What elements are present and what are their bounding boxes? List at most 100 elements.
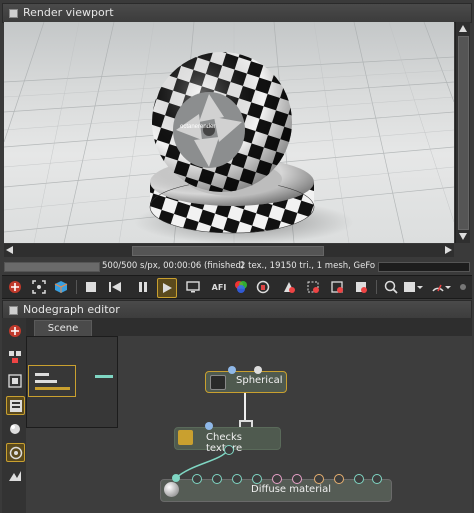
picker-icon [356,282,367,293]
viewport-vertical-scrollbar[interactable] [455,22,470,243]
monitor-icon [186,281,200,293]
recenter-graph-button[interactable] [6,322,23,339]
render-viewport[interactable]: octanerender [4,22,454,243]
render-viewport-titlebar: Render viewport [2,3,472,23]
checks-output-pin[interactable] [224,445,234,455]
render-status-bar: 500/500 s/px, 00:00:06 (finished) 2 tex.… [4,260,470,273]
focus-picker-button[interactable] [30,278,48,296]
octane-logo-text: octanerender [180,124,215,130]
lock-icon [256,280,270,294]
scroll-thumb[interactable] [132,246,324,256]
display-icon [404,282,423,292]
diffuse-input-pin[interactable] [232,474,242,484]
stop-icon [86,282,96,292]
diffuse-input-pin[interactable] [372,474,382,484]
film-button[interactable] [328,278,346,296]
fit-view-button[interactable] [6,372,23,389]
display-menu-button[interactable] [402,278,424,296]
panel-grip-icon[interactable] [9,306,18,315]
render-target-button[interactable] [52,278,70,296]
spherical-node-icon [210,375,226,390]
tonemap-icon [284,282,295,293]
scroll-down-icon[interactable] [459,233,467,240]
render-toolbar: AFI [2,275,472,299]
diffuse-input-pin[interactable] [172,474,180,482]
material-icon [9,423,20,434]
region-icon [307,281,319,293]
render-image: octanerender [4,22,454,243]
cube-icon [54,281,68,293]
diffuse-input-pin[interactable] [272,474,282,484]
tonemap-button[interactable] [280,278,298,296]
rewind-icon [109,282,121,292]
texture-node-icon [178,430,193,445]
render-viewport-title: Render viewport [23,6,114,19]
diffuse-input-pin[interactable] [192,474,202,484]
region-button[interactable] [304,278,322,296]
restart-button[interactable] [106,278,124,296]
gauge-menu-button[interactable] [430,278,452,296]
tab-scene[interactable]: Scene [34,320,92,337]
focus-icon [32,280,46,294]
diffuse-input-pin[interactable] [292,474,302,484]
scroll-right-icon[interactable] [445,246,452,254]
diffuse-input-pin[interactable] [212,474,222,484]
texture-button[interactable] [6,443,25,462]
diffuse-input-pin[interactable] [334,474,344,484]
recenter-icon [8,324,21,337]
play-icon [163,283,172,293]
viewport-horizontal-scrollbar[interactable] [4,244,454,257]
inspector-icon [9,399,22,412]
nodegraph-titlebar: Nodegraph editor [2,300,472,320]
color-wheel-icon [235,281,247,293]
gauge-icon [432,284,451,292]
arrange-nodes-button[interactable] [6,348,23,365]
camera-icon [384,280,398,294]
camera-button[interactable] [382,278,400,296]
environment-button[interactable] [6,467,23,484]
lock-button[interactable] [254,278,272,296]
material-button[interactable] [6,420,23,437]
color-button[interactable] [232,278,250,296]
material-ball-icon [164,482,179,497]
nodegraph-title: Nodegraph editor [23,303,120,316]
dot-icon [460,284,466,290]
render-progress-fill [5,263,99,271]
panel-grip-icon[interactable] [9,9,18,18]
start-render-button[interactable] [157,278,177,298]
scroll-left-icon[interactable] [6,246,13,254]
checks-texture-node-label: Checks texture [206,432,242,454]
status-dot [454,278,472,296]
texture-icon [9,446,22,459]
node-inspector-button[interactable] [6,396,25,415]
stop-button[interactable] [82,278,100,296]
diffuse-input-pin[interactable] [314,474,324,484]
spherical-input-pin[interactable] [228,366,236,374]
monitor-button[interactable] [184,278,202,296]
environment-icon [8,470,21,481]
recenter-icon [9,281,21,293]
nodegraph-tabbar: Scene [26,318,472,337]
scroll-thumb[interactable] [458,36,469,230]
checks-input-pin[interactable] [205,422,213,430]
render-progress-text: 500/500 s/px, 00:00:06 (finished) [102,261,245,271]
diffuse-material-node-label: Diffuse material [251,484,331,495]
nodegraph-canvas[interactable]: Spherical Checks texture Diffuse materia… [26,336,472,513]
pause-icon [139,282,147,292]
spherical-input-pin[interactable] [254,366,262,374]
gpu-memory-bar [378,262,470,272]
afi-button[interactable]: AFI [210,278,228,296]
spherical-node-label: Spherical [236,375,283,386]
diffuse-input-pin[interactable] [354,474,364,484]
diffuse-input-pin[interactable] [252,474,262,484]
pause-button[interactable] [134,278,152,296]
spherical-node[interactable]: Spherical [205,371,287,393]
fit-view-icon [7,373,22,388]
render-stats-text: 2 tex., 19150 tri., 1 mesh, GeForce GTX [240,261,375,271]
nodegraph-sidebar [2,318,26,513]
scroll-up-icon[interactable] [459,25,467,32]
afi-icon: AFI [211,282,227,292]
recenter-button[interactable] [6,278,24,296]
arrange-icon [8,350,21,363]
picker-button[interactable] [352,278,370,296]
